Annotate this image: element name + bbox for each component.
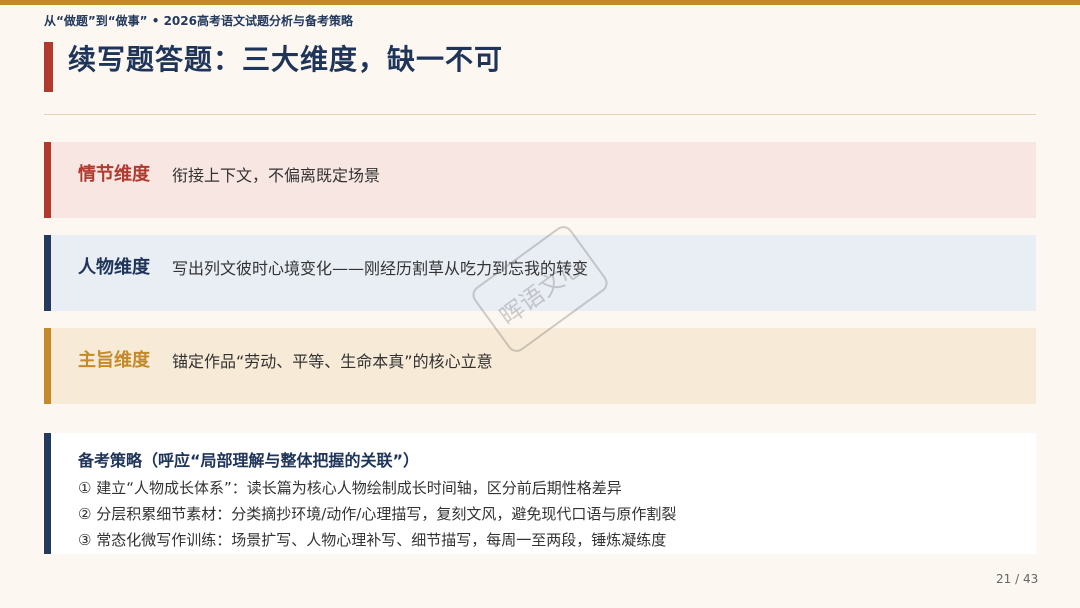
dimension-label: 主旨维度 xyxy=(78,350,150,371)
title-divider xyxy=(44,114,1036,115)
dimension-card-plot: 情节维度 衔接上下文，不偏离既定场景 xyxy=(44,142,1036,218)
strategy-item: ① 建立“人物成长体系”：读长篇为核心人物绘制成长时间轴，区分前后期性格差异 xyxy=(78,479,622,497)
strategy-item: ③ 常态化微写作训练：场景扩写、人物心理补写、细节描写，每周一至两段，锤炼凝练度 xyxy=(78,531,667,549)
dimension-label: 情节维度 xyxy=(78,164,150,185)
strategy-title: 备考策略（呼应“局部理解与整体把握的关联”） xyxy=(78,451,420,470)
slide-title: 续写题答题：三大维度，缺一不可 xyxy=(68,43,504,76)
strategy-box: 备考策略（呼应“局部理解与整体把握的关联”） ① 建立“人物成长体系”：读长篇为… xyxy=(44,433,1036,554)
dimension-text: 衔接上下文，不偏离既定场景 xyxy=(172,166,381,185)
dimension-card-theme: 主旨维度 锚定作品“劳动、平等、生命本真”的核心立意 xyxy=(44,328,1036,404)
page-number: 21 / 43 xyxy=(996,572,1039,586)
top-accent-bar xyxy=(0,0,1080,5)
strategy-item: ② 分层积累细节素材：分类摘抄环境/动作/心理描写，复刻文风，避免现代口语与原作… xyxy=(78,505,677,523)
title-accent-bar xyxy=(44,42,53,92)
dimension-text: 锚定作品“劳动、平等、生命本真”的核心立意 xyxy=(172,352,493,371)
dimension-label: 人物维度 xyxy=(78,257,150,278)
header-note: 从“做题”到“做事” • 2026高考语文试题分析与备考策略 xyxy=(44,14,353,28)
